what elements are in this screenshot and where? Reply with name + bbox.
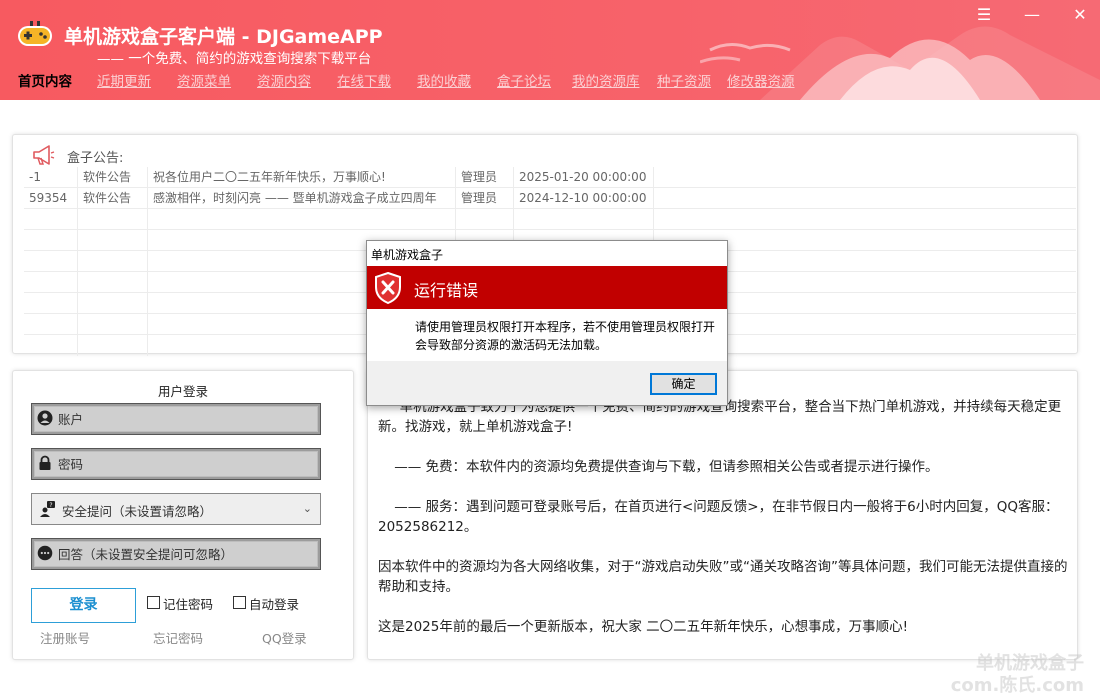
nav-tab-torrents[interactable]: 种子资源 [657, 70, 711, 90]
security-question-value: 安全提问（未设置请忽略） [62, 504, 213, 519]
ok-button[interactable]: 确定 [650, 373, 717, 395]
app-subtitle: —— 一个免费、简约的游戏查询搜索下载平台 [97, 51, 372, 67]
user-icon [37, 410, 53, 426]
free-text: —— 免费：本软件内的资源均免费提供查询与下载，但请参照相关公告或者提示进行操作… [394, 459, 939, 475]
nav-tab-home[interactable]: 首页内容 [18, 70, 72, 90]
watermark: 单机游戏盒子 com.陈氏.com [950, 653, 1084, 696]
login-panel: 用户登录 账户 密码 ? 安全提问（未设置请忽略） ⌄ 回答（未设置安全提问可忽… [12, 370, 354, 660]
login-title: 用户登录 [157, 384, 208, 399]
dialog-message: 请使用管理员权限打开本程序，若不使用管理员权限打开会导致部分资源的激活码无法加载… [415, 320, 716, 352]
table-row[interactable]: 59354 软件公告 感激相伴，时刻闪亮 —— 暨单机游戏盒子成立四周年 管理员… [24, 188, 1076, 209]
remember-password-label: 记住密码 [163, 597, 214, 612]
question-user-icon: ? [40, 501, 55, 517]
newyear-text: 这是2025年前的最后一个更新版本，祝大家 二〇二五年新年快乐，心想事成，万事顺… [378, 619, 909, 635]
qq-login-link[interactable]: QQ登录 [262, 628, 307, 647]
cell-message: 祝各位用户二〇二五年新年快乐，万事顺心! [148, 167, 456, 188]
shield-error-icon [375, 272, 401, 304]
nav-tab-forum[interactable]: 盒子论坛 [497, 70, 551, 90]
dialog-body: 请使用管理员权限打开本程序，若不使用管理员权限打开会导致部分资源的激活码无法加载… [367, 309, 727, 361]
cell-id: 59354 [24, 188, 78, 209]
forgot-password-link[interactable]: 忘记密码 [153, 628, 203, 647]
cell-type: 软件公告 [78, 167, 148, 188]
chevron-down-icon: ⌄ [302, 502, 312, 515]
register-link[interactable]: 注册账号 [40, 628, 90, 647]
error-dialog: 单机游戏盒子 运行错误 请使用管理员权限打开本程序，若不使用管理员权限打开会导致… [366, 240, 728, 406]
remember-password-checkbox[interactable] [147, 596, 160, 609]
nav-tab-recent-updates[interactable]: 近期更新 [97, 70, 151, 90]
table-row[interactable]: -1 软件公告 祝各位用户二〇二五年新年快乐，万事顺心! 管理员 2025-01… [24, 167, 1076, 188]
app-header: 单机游戏盒子客户端 - DJGameAPP —— 一个免费、简约的游戏查询搜索下… [0, 0, 1100, 100]
cell-message: 感激相伴，时刻闪亮 —— 暨单机游戏盒子成立四周年 [148, 188, 456, 209]
main-nav: 首页内容 近期更新 资源菜单 资源内容 在线下载 我的收藏 盒子论坛 我的资源库… [0, 70, 1100, 94]
security-question-select[interactable]: ? 安全提问（未设置请忽略） ⌄ [31, 493, 321, 525]
cell-author: 管理员 [456, 167, 514, 188]
cell-type: 软件公告 [78, 188, 148, 209]
cell-author: 管理员 [456, 188, 514, 209]
login-button[interactable]: 登录 [31, 588, 136, 623]
nav-tab-online-download[interactable]: 在线下载 [337, 70, 391, 90]
dialog-heading: 运行错误 [414, 281, 479, 300]
info-panel: 单机游戏盒子致力于为您提供一个免费、简约的游戏查询搜索平台，整合当下热门单机游戏… [367, 370, 1078, 660]
password-placeholder: 密码 [58, 457, 84, 472]
account-placeholder: 账户 [58, 412, 84, 427]
megaphone-icon [33, 145, 55, 165]
password-field[interactable]: 密码 [31, 448, 321, 480]
minimize-button[interactable]: — [1020, 5, 1044, 25]
auto-login-label: 自动登录 [249, 597, 300, 612]
dialog-banner: 运行错误 [367, 266, 727, 309]
nav-tab-my-library[interactable]: 我的资源库 [572, 70, 640, 90]
dialog-title: 单机游戏盒子 [371, 248, 444, 262]
cell-time: 2024-12-10 00:00:00 [514, 188, 654, 209]
service-text: —— 服务：遇到问题可登录账号后，在首页进行<问题反馈>，在非节假日内一般将于6… [378, 499, 1059, 535]
nav-tab-favorites[interactable]: 我的收藏 [417, 70, 471, 90]
auto-login-checkbox[interactable] [233, 596, 246, 609]
nav-tab-trainers[interactable]: 修改器资源 [727, 70, 795, 90]
account-field[interactable]: 账户 [31, 403, 321, 435]
lock-icon [39, 455, 51, 470]
menu-icon[interactable]: ☰ [972, 5, 996, 25]
table-row-empty [24, 209, 1076, 230]
answer-field[interactable]: 回答（未设置安全提问可忽略） [31, 538, 321, 570]
close-button[interactable]: ✕ [1068, 5, 1092, 25]
svg-text:?: ? [49, 502, 52, 509]
answer-placeholder: 回答（未设置安全提问可忽略） [58, 547, 234, 562]
nav-tab-resource-menu[interactable]: 资源菜单 [177, 70, 231, 90]
announcement-label: 盒子公告: [67, 151, 124, 166]
gamepad-logo-icon [18, 21, 52, 46]
chat-bubble-icon [37, 545, 53, 561]
cell-time: 2025-01-20 00:00:00 [514, 167, 654, 188]
disclaimer-text: 因本软件中的资源均为各大网络收集，对于“游戏启动失败”或“通关攻略咨询”等具体问… [378, 559, 1068, 595]
nav-tab-resource-content[interactable]: 资源内容 [257, 70, 311, 90]
dialog-titlebar[interactable]: 单机游戏盒子 [367, 241, 727, 266]
cell-id: -1 [24, 167, 78, 188]
app-title: 单机游戏盒子客户端 - DJGameAPP [64, 26, 383, 48]
